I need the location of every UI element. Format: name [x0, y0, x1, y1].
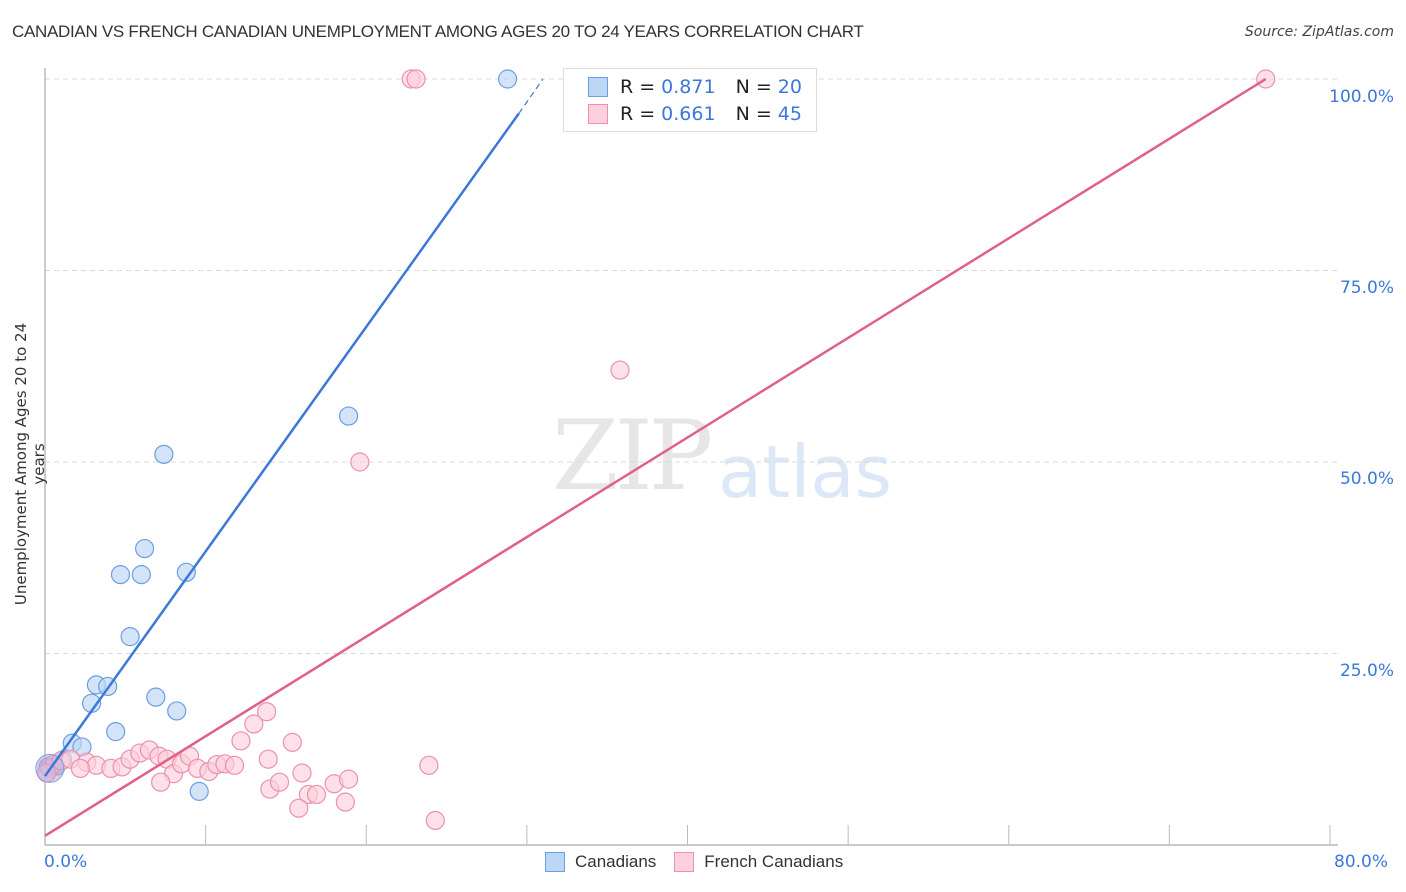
x-tick-label-max: 80.0% — [1334, 852, 1389, 872]
french-canadians-point — [257, 702, 277, 722]
canadians-point — [106, 722, 126, 742]
scatter-plot — [35, 68, 1338, 846]
french-canadians-point — [306, 784, 327, 805]
y-tick-label-25: 25.0% — [1339, 661, 1394, 681]
canadians-label: Canadians — [575, 852, 657, 871]
french-canadians-trend-line — [44, 77, 1267, 837]
canadians-point — [167, 701, 187, 721]
legend-swatch-canadians — [588, 77, 608, 97]
series-legend-canadians[interactable]: Canadians — [545, 852, 656, 872]
french-canadians-point — [406, 69, 426, 89]
french-canadians-point — [258, 749, 278, 769]
canadians-point — [498, 69, 518, 89]
canadians-point — [338, 406, 359, 426]
legend-n-value: 20 — [777, 76, 802, 98]
x-tick-label-min: 0.0% — [44, 852, 88, 872]
y-axis-label: Unemployment Among Ages 20 to 24 years — [12, 322, 48, 606]
french-canadians-point — [70, 758, 90, 779]
french-canadians-point — [338, 769, 359, 789]
legend-n-label: N = — [735, 76, 772, 98]
legend-n-label: N = — [735, 103, 772, 125]
canadians-point — [189, 781, 209, 801]
french-canadians-label: French Canadians — [704, 852, 844, 871]
legend-row-canadians: R = 0.871 N = 20 — [588, 74, 802, 100]
canadians-point — [146, 687, 166, 707]
french-canadians-point — [282, 732, 302, 752]
canadians-swatch — [545, 852, 565, 872]
french-canadians-point — [289, 798, 309, 818]
legend-r-value: 0.661 — [661, 103, 716, 125]
canadians-point — [131, 565, 151, 585]
series-legend: Canadians French Canadians — [545, 852, 861, 872]
y-tick-label-50: 50.0% — [1339, 469, 1394, 489]
canadians-trend-extension — [518, 78, 544, 114]
legend-n-value: 45 — [777, 103, 802, 125]
canadians-point — [120, 627, 140, 647]
french-canadians-point — [335, 792, 355, 812]
legend-row-french-canadians: R = 0.661 N = 45 — [588, 101, 802, 127]
french-canadians-point — [610, 360, 630, 380]
y-tick-label-75: 75.0% — [1339, 278, 1394, 298]
correlation-legend: R = 0.871 N = 20 R = 0.661 N = 45 — [563, 68, 817, 132]
legend-swatch-french-canadians — [588, 104, 608, 124]
series-legend-french-canadians[interactable]: French Canadians — [674, 852, 843, 872]
french-canadians-point — [425, 810, 445, 831]
french-canadians-point — [419, 755, 439, 775]
french-canadians-swatch — [674, 852, 695, 872]
french-canadians-point — [224, 755, 245, 775]
canadians-point — [134, 538, 155, 559]
canadians-point — [110, 565, 131, 585]
french-canadians-point — [151, 772, 171, 792]
y-tick-label-100: 100.0% — [1329, 87, 1394, 107]
french-canadians-point — [292, 763, 312, 783]
legend-r-label: R = — [620, 103, 656, 125]
french-canadians-point — [269, 772, 290, 792]
canadians-point — [154, 444, 174, 464]
canadians-trend-line — [43, 112, 520, 777]
french-canadians-point — [231, 731, 251, 751]
legend-r-value: 0.871 — [661, 76, 716, 98]
legend-r-label: R = — [620, 76, 656, 98]
french-canadians-point — [350, 452, 370, 472]
